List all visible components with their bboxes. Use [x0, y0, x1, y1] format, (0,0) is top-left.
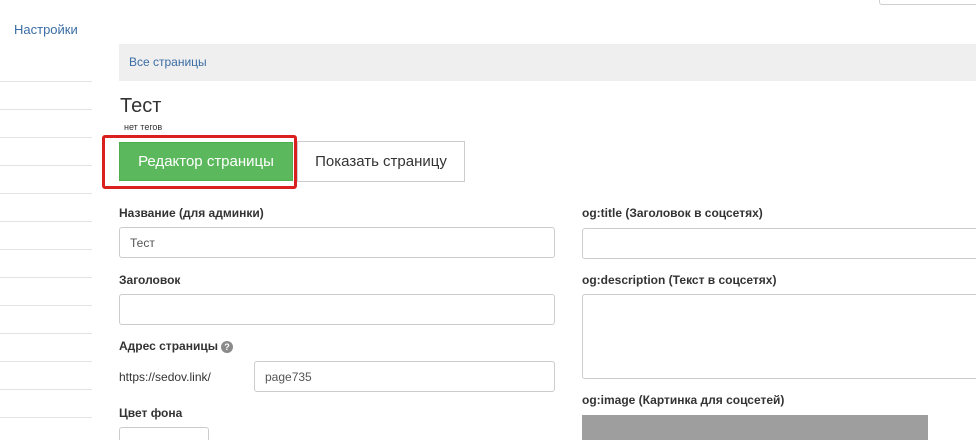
sidebar-divider	[0, 193, 92, 194]
settings-link[interactable]: Настройки	[14, 22, 78, 37]
tags-text: нет тегов	[124, 122, 163, 132]
breadcrumb-all-pages-link[interactable]: Все страницы	[129, 55, 207, 69]
sidebar-divider	[0, 333, 92, 334]
sidebar-divider	[0, 109, 92, 110]
og-image-preview[interactable]	[582, 415, 928, 440]
breadcrumb: Все страницы	[119, 44, 976, 81]
address-label-row: Адрес страницы?	[119, 339, 233, 353]
address-prefix: https://sedov.link/	[119, 370, 211, 384]
sidebar-divider	[0, 417, 92, 418]
page-editor-button[interactable]: Редактор страницы	[119, 142, 293, 181]
heading-label: Заголовок	[119, 273, 181, 287]
sidebar-divider	[0, 81, 92, 82]
sidebar-divider	[0, 137, 92, 138]
heading-input[interactable]	[119, 294, 555, 325]
top-right-control[interactable]	[879, 0, 976, 5]
bg-color-label: Цвет фона	[119, 406, 183, 420]
sidebar-divider	[0, 249, 92, 250]
sidebar-divider	[0, 389, 92, 390]
sidebar-divider	[0, 361, 92, 362]
sidebar-divider	[0, 305, 92, 306]
sidebar-divider	[0, 165, 92, 166]
og-image-label: og:image (Картинка для соцсетей)	[582, 393, 785, 407]
og-title-label: og:title (Заголовок в соцсетях)	[582, 206, 763, 220]
address-label: Адрес страницы	[119, 339, 218, 353]
og-description-label: og:description (Текст в соцсетях)	[582, 273, 777, 287]
sidebar-divider	[0, 221, 92, 222]
page-title: Тест	[120, 95, 162, 117]
question-circle-icon[interactable]: ?	[220, 341, 233, 353]
og-title-input[interactable]	[582, 228, 976, 259]
sidebar-divider	[0, 277, 92, 278]
og-description-textarea[interactable]	[582, 294, 976, 379]
address-input[interactable]	[254, 361, 555, 392]
name-input[interactable]	[119, 227, 555, 258]
bg-color-input[interactable]	[119, 427, 209, 440]
name-label: Название (для админки)	[119, 206, 264, 220]
show-page-button[interactable]: Показать страницу	[297, 141, 465, 182]
